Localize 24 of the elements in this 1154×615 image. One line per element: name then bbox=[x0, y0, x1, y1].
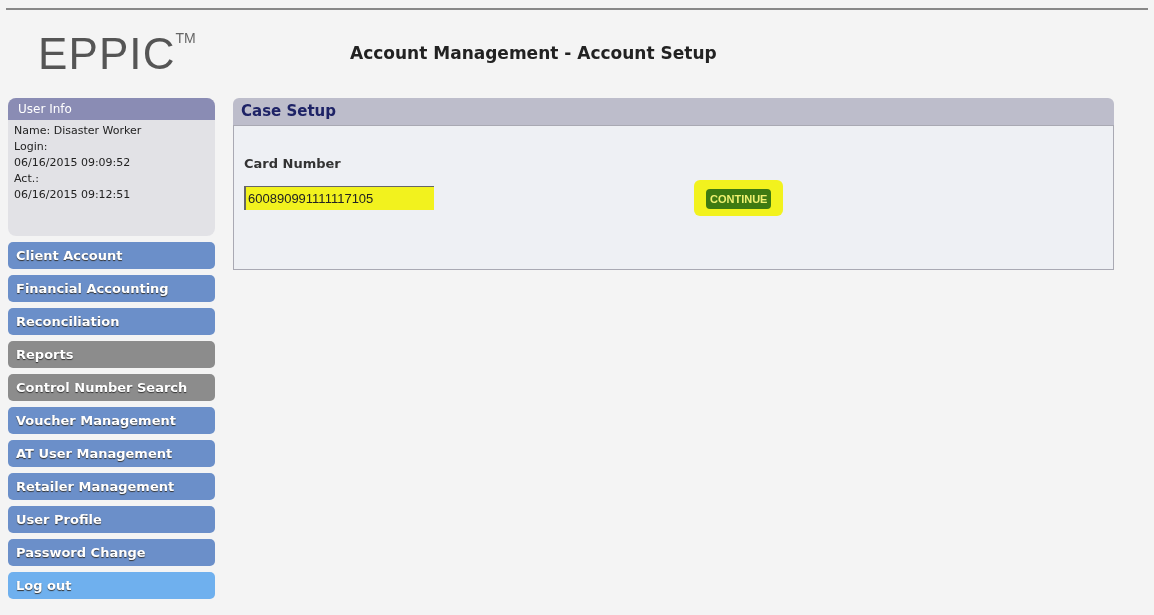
menu-item[interactable]: AT User Management bbox=[8, 440, 215, 467]
user-info-text: 06/16/2015 09:12:51 bbox=[14, 187, 132, 203]
user-info-title: User Info bbox=[18, 101, 72, 118]
logo: EPPIC bbox=[38, 32, 176, 76]
menu-item[interactable]: Log out bbox=[8, 572, 215, 599]
menu-item[interactable]: Financial Accounting bbox=[8, 275, 215, 302]
menu-item[interactable]: Retailer Management bbox=[8, 473, 215, 500]
menu-item[interactable]: Control Number Search bbox=[8, 374, 215, 401]
field-label: Card Number bbox=[244, 155, 342, 173]
menu-item[interactable]: Reports bbox=[8, 341, 215, 368]
user-info-text: Name: Disaster Worker bbox=[14, 123, 143, 139]
user-info-text: Act.: bbox=[14, 171, 40, 187]
menu-item[interactable]: Client Account bbox=[8, 242, 215, 269]
input-field[interactable]: 600890991111117105 bbox=[244, 185, 434, 210]
page-title: Account Management - Account Setup bbox=[350, 43, 717, 64]
menu-item[interactable]: User Profile bbox=[8, 506, 215, 533]
trademark-mark: TM bbox=[175, 29, 196, 48]
menu-item[interactable]: Voucher Management bbox=[8, 407, 215, 434]
panel-title: Case Setup bbox=[241, 101, 337, 123]
menu-item[interactable]: Reconciliation bbox=[8, 308, 215, 335]
user-info-text: 06/16/2015 09:09:52 bbox=[14, 155, 132, 171]
menu-item[interactable]: Password Change bbox=[8, 539, 215, 566]
user-info-text: Login: bbox=[14, 139, 49, 155]
continue-button[interactable]: CONTINUE bbox=[706, 188, 772, 209]
